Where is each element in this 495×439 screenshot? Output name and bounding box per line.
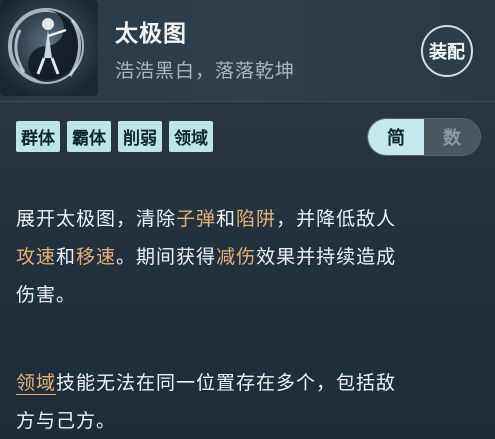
tag-group[interactable]: 群体 [16,121,60,152]
description-line: 攻速和移速。期间获得减伤效果并持续造成 [16,246,397,268]
skill-subtitle: 浩浩黑白，落落乾坤 [115,60,296,82]
note-line: 领域技能无法在同一位置存在多个，包括敌 [16,372,397,395]
description-line: 伤害。 [16,284,77,306]
skill-title: 太极图 [115,21,187,47]
keyword-trap: 陷阱 [236,208,277,230]
toggle-simple[interactable]: 简 [368,119,424,155]
keyword-domain[interactable]: 领域 [16,372,57,395]
mode-toggle[interactable]: 简 数 [367,118,481,156]
keyword-damage-reduction: 减伤 [216,246,257,268]
toggle-numeric[interactable]: 数 [424,119,480,155]
tag-domain[interactable]: 领域 [169,121,213,152]
taiji-swordsman-icon [0,0,98,96]
note-line: 方与己方。 [16,410,117,432]
keyword-move-speed: 移速 [76,246,117,268]
skill-note: 领域技能无法在同一位置存在多个，包括敌 方与己方。 [16,364,481,439]
skill-header: 太极图 浩浩黑白，落落乾坤 装配 [0,0,495,102]
skill-description: 展开太极图，清除子弹和陷阱，并降低敌人 攻速和移速。期间获得减伤效果并持续造成 … [16,200,481,314]
equip-button[interactable]: 装配 [421,25,473,77]
skill-detail-panel: 太极图 浩浩黑白，落落乾坤 装配 群体 霸体 削弱 领域 简 数 展开太极图，清… [0,0,495,439]
keyword-attack-speed: 攻速 [16,246,57,268]
tag-super-armor[interactable]: 霸体 [67,121,111,152]
keyword-bullet: 子弹 [176,208,217,230]
description-line: 展开太极图，清除子弹和陷阱，并降低敌人 [16,208,397,230]
skill-tags: 群体 霸体 削弱 领域 [16,121,213,152]
tag-weaken[interactable]: 削弱 [118,121,162,152]
